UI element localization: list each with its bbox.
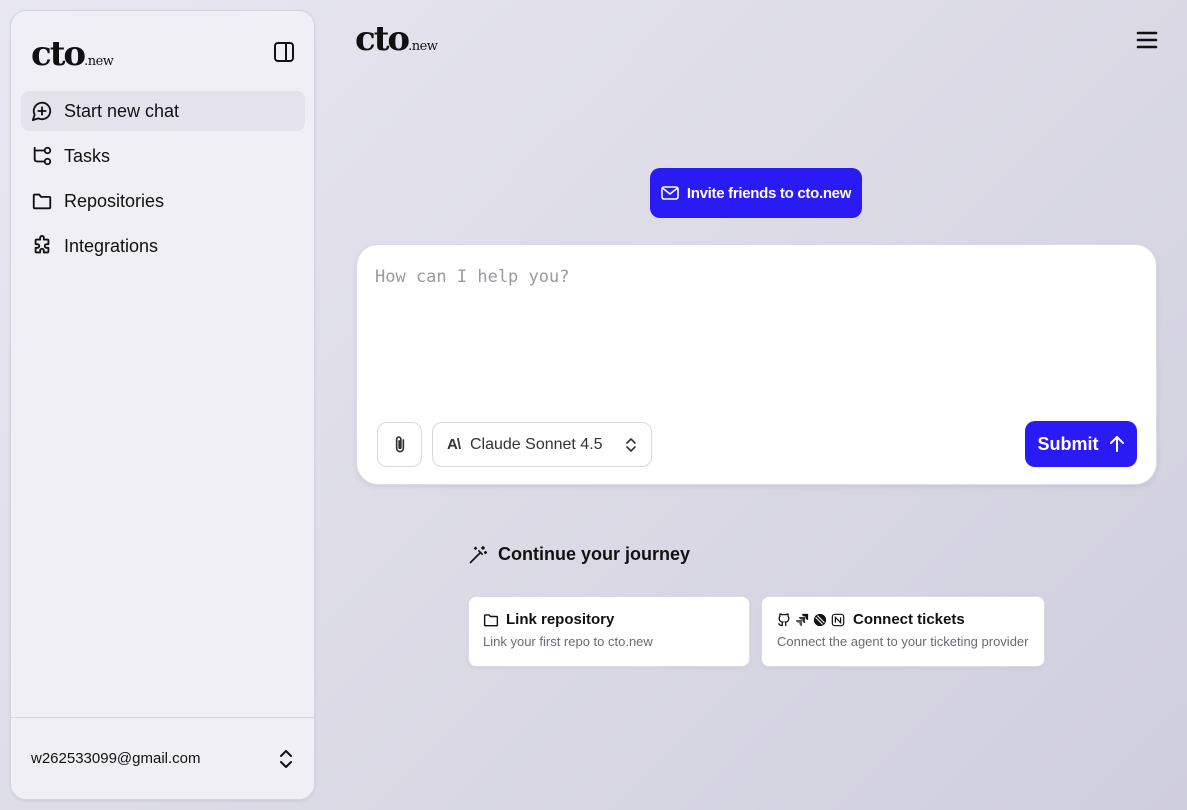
sidebar: cto.new Start new chat Tasks Repositorie… xyxy=(10,10,315,800)
sidebar-item-tasks[interactable]: Tasks xyxy=(21,136,305,176)
arrow-up-icon xyxy=(1109,435,1125,453)
hamburger-menu-icon[interactable] xyxy=(1136,30,1158,50)
sidebar-item-label: Integrations xyxy=(64,235,159,256)
card-title: Link repository xyxy=(506,611,615,628)
folder-icon xyxy=(483,613,499,627)
attach-button[interactable] xyxy=(377,422,422,467)
sidebar-toggle-icon[interactable] xyxy=(273,41,295,63)
folder-icon xyxy=(31,190,53,212)
sidebar-logo[interactable]: cto.new xyxy=(31,37,114,71)
model-label: Claude Sonnet 4.5 xyxy=(470,435,603,453)
sidebar-item-label: Tasks xyxy=(64,145,111,166)
connect-tickets-card[interactable]: Connect tickets Connect the agent to you… xyxy=(761,596,1045,667)
card-description: Connect the agent to your ticketing prov… xyxy=(777,634,1029,649)
account-email: w262533099@gmail.com xyxy=(31,750,201,767)
jira-icon xyxy=(795,613,809,627)
chat-composer: A\ Claude Sonnet 4.5 Submit xyxy=(356,244,1157,485)
sidebar-item-repositories[interactable]: Repositories xyxy=(21,181,305,221)
notion-icon xyxy=(831,613,845,627)
chat-input[interactable] xyxy=(375,267,1135,387)
anthropic-logo-icon: A\ xyxy=(447,436,461,453)
card-description: Link your first repo to cto.new xyxy=(483,634,653,649)
git-branch-icon xyxy=(31,145,53,167)
magic-wand-icon xyxy=(468,545,488,565)
card-title: Connect tickets xyxy=(853,611,965,628)
chat-plus-icon xyxy=(31,100,53,122)
mail-icon xyxy=(661,185,679,201)
chevron-up-down-icon xyxy=(278,749,294,769)
github-icon xyxy=(777,612,791,627)
sidebar-item-integrations[interactable]: Integrations xyxy=(21,226,305,266)
header-logo[interactable]: cto.new xyxy=(355,22,438,56)
paperclip-icon xyxy=(390,434,410,456)
link-repository-card[interactable]: Link repository Link your first repo to … xyxy=(468,596,750,667)
invite-friends-button[interactable]: Invite friends to cto.new xyxy=(650,168,862,218)
sidebar-item-label: Repositories xyxy=(64,190,165,211)
linear-icon xyxy=(813,613,827,627)
sidebar-item-start-new-chat[interactable]: Start new chat xyxy=(21,91,305,131)
model-selector[interactable]: A\ Claude Sonnet 4.5 xyxy=(432,422,652,467)
journey-title: Continue your journey xyxy=(468,544,690,565)
submit-button[interactable]: Submit xyxy=(1025,421,1137,467)
sidebar-nav: Start new chat Tasks Repositories Integr… xyxy=(21,91,305,271)
account-switcher[interactable]: w262533099@gmail.com xyxy=(11,717,314,799)
puzzle-icon xyxy=(31,235,53,257)
sidebar-item-label: Start new chat xyxy=(64,100,180,121)
chevron-up-down-icon xyxy=(625,437,637,453)
